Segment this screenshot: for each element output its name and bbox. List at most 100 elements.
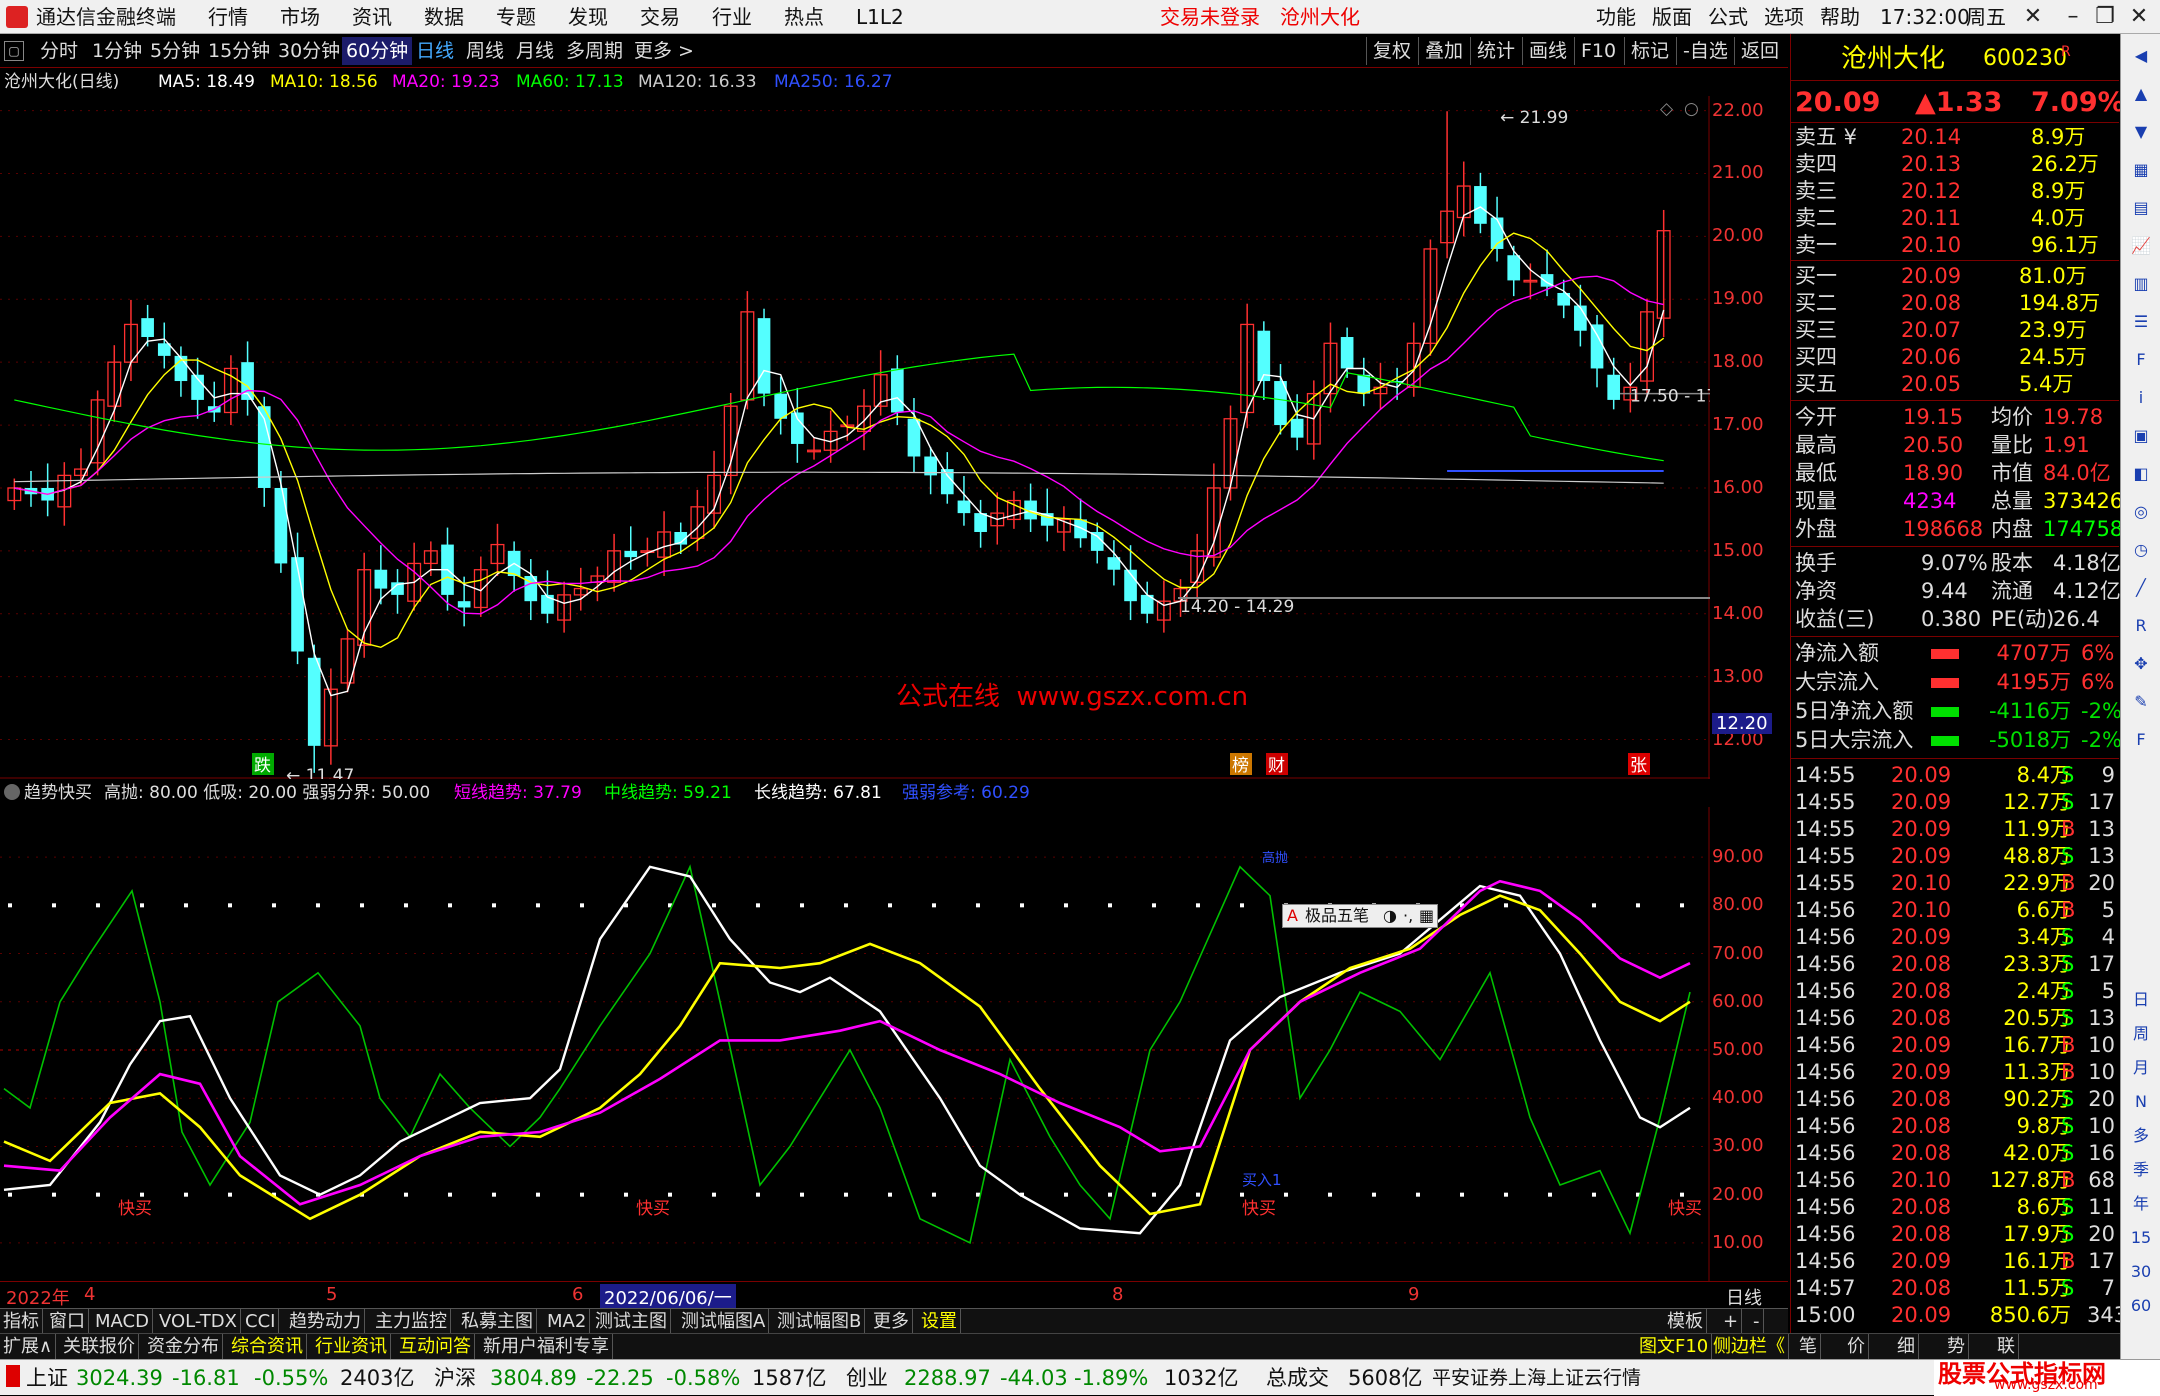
info-icon[interactable]: i: [2125, 382, 2157, 414]
tick-row[interactable]: 14:56 20.08 8.6万 S 11: [1791, 1194, 2119, 1220]
menu-jiaoyi[interactable]: 交易: [640, 0, 680, 34]
menu-zixun[interactable]: 资讯: [352, 0, 392, 34]
chart-icon[interactable]: 📈: [2125, 230, 2157, 262]
line-icon[interactable]: ╱: [2125, 572, 2157, 604]
tick-row[interactable]: 14:56 20.08 90.2万 S 20: [1791, 1086, 2119, 1112]
target-icon[interactable]: ◎: [2125, 496, 2157, 528]
index-sh-name[interactable]: 上证: [26, 1360, 68, 1396]
stat-row[interactable]: 最低 18.90 市值 84.0亿: [1791, 460, 2119, 486]
template-btn-2[interactable]: -: [1750, 1309, 1764, 1334]
bottom-tab-5[interactable]: 互动问答: [396, 1334, 475, 1360]
f10-icon[interactable]: F: [2125, 344, 2157, 376]
tick-row[interactable]: 14:57 20.08 11.5万 S 7: [1791, 1275, 2119, 1301]
stat-row[interactable]: 外盘 198668 内盘 174758: [1791, 516, 2123, 542]
indicator-tab-2[interactable]: MACD: [92, 1309, 153, 1334]
indicator-tab-6[interactable]: 主力监控: [372, 1309, 451, 1334]
tick-row[interactable]: 14:56 20.08 9.8万 S 10: [1791, 1113, 2119, 1139]
template-btn-1[interactable]: +: [1720, 1309, 1743, 1334]
clock-icon[interactable]: ◷: [2125, 534, 2157, 566]
bid-level-1[interactable]: 买一 20.09 81.0万: [1791, 263, 2119, 289]
bottom-tab-0[interactable]: 扩展∧: [0, 1334, 57, 1360]
side-tab-4[interactable]: 细: [1894, 1334, 1919, 1360]
tick-row[interactable]: 14:56 20.09 11.3万 B 10: [1791, 1059, 2119, 1085]
menu-redian[interactable]: 热点: [784, 0, 824, 34]
sidebar-period-5[interactable]: 季: [2125, 1154, 2157, 1186]
grid-icon[interactable]: ▦: [2125, 154, 2157, 186]
ime-moon-icon[interactable]: ◑: [1383, 905, 1397, 927]
period-month[interactable]: 月线: [512, 37, 558, 65]
period-day[interactable]: 60分钟: [342, 37, 413, 65]
pen-icon[interactable]: ✎: [2125, 686, 2157, 718]
price-row[interactable]: 20.09 ▲1.33 7.09%: [1791, 86, 2125, 120]
stat-row[interactable]: 现量 4234 总量 373426: [1791, 488, 2123, 514]
menu-hangqing[interactable]: 行情: [208, 0, 248, 34]
sidebar-toggle-icon[interactable]: ▢: [4, 41, 24, 61]
indicator-tab-10[interactable]: 测试幅图A: [678, 1309, 770, 1334]
indicator-chart-svg[interactable]: 快买 快买 快买 快买 买入1 高抛: [0, 807, 1710, 1281]
bid-level-2[interactable]: 买二 20.08 194.8万: [1791, 290, 2119, 316]
index-hs-name[interactable]: 沪深: [434, 1360, 476, 1396]
tick-row[interactable]: 14:55 20.09 8.4万 S 9: [1791, 762, 2119, 788]
ime-keyboard-icon[interactable]: ▦: [1419, 905, 1434, 927]
tool-tongji[interactable]: 统计: [1470, 37, 1521, 65]
window-close-icon[interactable]: ✕: [2126, 4, 2152, 30]
flow-row[interactable]: 5日净流入额 -4116万 -2%: [1791, 698, 2122, 724]
menu-banmian[interactable]: 版面: [1652, 0, 1692, 34]
tick-row[interactable]: 14:56 20.10 127.8万 B 68: [1791, 1167, 2119, 1193]
sidebar-period-4[interactable]: 多: [2125, 1120, 2157, 1152]
indicator-tab-4[interactable]: CCI: [242, 1309, 280, 1334]
sidebar-period-9[interactable]: 60: [2125, 1290, 2157, 1322]
indicator-tab-9[interactable]: 测试主图: [592, 1309, 671, 1334]
indicator-tab-0[interactable]: 指标: [0, 1309, 43, 1334]
period-30min[interactable]: 30分钟: [274, 37, 344, 65]
bid-level-3[interactable]: 买三 20.07 23.9万: [1791, 317, 2119, 343]
indicator-menu-icon[interactable]: [4, 784, 20, 800]
ask-level-4[interactable]: 卖四 20.13 26.2万: [1791, 151, 2119, 177]
tag-icon[interactable]: ◧: [2125, 458, 2157, 490]
arrow-down-icon[interactable]: ▼: [2125, 116, 2157, 148]
restore-icon[interactable]: ❐: [2092, 4, 2118, 30]
minimize-icon[interactable]: –: [2060, 4, 2086, 30]
tick-row[interactable]: 14:56 20.08 17.9万 S 20: [1791, 1221, 2119, 1247]
sidebar-period-7[interactable]: 15: [2125, 1222, 2157, 1254]
tick-row[interactable]: 14:55 20.10 22.9万 B 20: [1791, 870, 2119, 896]
fin-row[interactable]: 换手 9.07% 股本 4.18亿: [1791, 550, 2121, 576]
menu-bangzhu[interactable]: 帮助: [1820, 0, 1860, 34]
tick-row[interactable]: 14:55 20.09 48.8万 S 13: [1791, 843, 2119, 869]
indicator-tab-12[interactable]: 更多: [870, 1309, 913, 1334]
tool-fanhui[interactable]: 返回: [1734, 37, 1785, 65]
period-week[interactable]: 周线: [462, 37, 508, 65]
sidebar-period-1[interactable]: 周: [2125, 1018, 2157, 1050]
tick-row[interactable]: 14:56 20.09 16.1万 B 17: [1791, 1248, 2119, 1274]
sidebar-period-6[interactable]: 年: [2125, 1188, 2157, 1220]
period-multi[interactable]: 多周期: [562, 37, 627, 65]
arrow-up-icon[interactable]: ▲: [2125, 78, 2157, 110]
table-icon[interactable]: ▤: [2125, 192, 2157, 224]
tick-row[interactable]: 14:56 20.10 6.6万 B 5: [1791, 897, 2119, 923]
sidebar-period-8[interactable]: 30: [2125, 1256, 2157, 1288]
bottom-tab-3[interactable]: 综合资讯: [228, 1334, 307, 1360]
template-btn-0[interactable]: 模板: [1664, 1309, 1707, 1334]
tick-row[interactable]: 14:55 20.09 11.9万 B 13: [1791, 816, 2119, 842]
side-tab-1[interactable]: 侧边栏《: [1710, 1334, 1789, 1360]
period-daily[interactable]: 日线: [412, 37, 458, 65]
trade-login-alert[interactable]: 交易未登录: [1160, 0, 1260, 34]
tick-row[interactable]: 14:56 20.08 20.5万 S 13: [1791, 1005, 2119, 1031]
menu-hangye[interactable]: 行业: [712, 0, 752, 34]
bottom-tab-4[interactable]: 行业资讯: [312, 1334, 391, 1360]
period-15min[interactable]: 15分钟: [204, 37, 274, 65]
menu-gongshi[interactable]: 公式: [1708, 0, 1748, 34]
tick-row[interactable]: 14:56 20.09 3.4万 S 4: [1791, 924, 2119, 950]
tick-row[interactable]: 14:56 20.09 16.7万 B 10: [1791, 1032, 2119, 1058]
menu-xuanxiang[interactable]: 选项: [1764, 0, 1804, 34]
indicator-tab-5[interactable]: 趋势动力: [286, 1309, 365, 1334]
stock-header[interactable]: 沧州大化 600230 R: [1791, 42, 2119, 76]
tick-row[interactable]: 14:55 20.09 12.7万 S 17: [1791, 789, 2119, 815]
tool-fuquan[interactable]: 复权: [1366, 37, 1417, 65]
flow-row[interactable]: 5日大宗流入 -5018万 -2%: [1791, 727, 2122, 753]
period-more[interactable]: 更多 >: [630, 37, 698, 65]
ask-level-1[interactable]: 卖一 20.10 96.1万: [1791, 232, 2119, 258]
fill-icon[interactable]: ▣: [2125, 420, 2157, 452]
list-icon[interactable]: ☰: [2125, 306, 2157, 338]
flow-row[interactable]: 净流入额 4707万 6%: [1791, 640, 2119, 666]
